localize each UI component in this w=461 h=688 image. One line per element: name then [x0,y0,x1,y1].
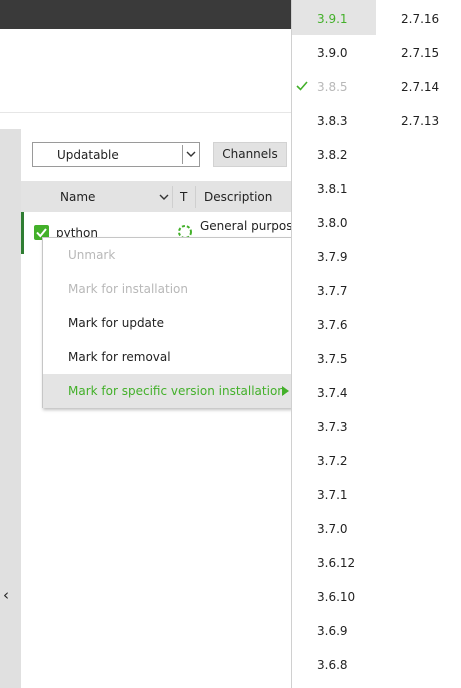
version-item[interactable]: 3.6.9 [317,624,348,638]
version-item[interactable]: 3.7.6 [317,318,348,332]
chevron-left-icon[interactable]: ‹ [3,585,9,605]
menu-item-label: Mark for specific version installation [68,384,285,398]
version-item[interactable]: 3.9.1 [317,12,348,26]
version-item[interactable]: 2.7.13 [401,114,439,128]
filter-select-value: Updatable [57,148,119,162]
menu-item-mark-for-update[interactable]: Mark for update [43,306,291,340]
column-divider[interactable] [172,186,173,208]
column-divider[interactable] [195,186,196,208]
version-item[interactable]: 2.7.16 [401,12,439,26]
version-item[interactable]: 3.7.2 [317,454,348,468]
package-filter-select[interactable]: Updatable [32,142,200,167]
version-submenu [291,0,461,688]
version-item[interactable]: 3.7.9 [317,250,348,264]
version-item[interactable]: 3.6.10 [317,590,355,604]
sort-chevron-icon[interactable] [159,192,169,202]
menu-item-mark-for-removal[interactable]: Mark for removal [43,340,291,374]
column-header-description[interactable]: Description [204,190,272,204]
select-divider [182,145,183,164]
content-gap [0,113,291,128]
version-item[interactable]: 3.7.5 [317,352,348,366]
version-item[interactable]: 3.9.0 [317,46,348,60]
version-item[interactable]: 3.8.2 [317,148,348,162]
menu-item-mark-for-installation[interactable]: Mark for installation [43,272,291,306]
chevron-down-icon [186,151,196,157]
version-item[interactable]: 3.7.7 [317,284,348,298]
version-item[interactable]: 3.7.1 [317,488,348,502]
version-item[interactable]: 3.6.8 [317,658,348,672]
package-description: General purpose [200,219,300,233]
column-header-type[interactable]: T [180,190,187,204]
version-item[interactable]: 3.8.5 [317,80,348,94]
context-menu: Unmark Mark for installation Mark for up… [42,237,292,408]
version-item[interactable]: 3.6.12 [317,556,355,570]
menu-item-mark-for-specific-version[interactable]: Mark for specific version installation [43,374,291,408]
version-item[interactable]: 3.7.3 [317,420,348,434]
version-item[interactable]: 3.7.0 [317,522,348,536]
checkmark-icon [296,81,308,91]
submenu-arrow-icon [282,386,289,396]
header-area [0,29,291,113]
column-header-name[interactable]: Name [60,190,95,204]
menu-item-unmark[interactable]: Unmark [43,238,291,272]
version-item[interactable]: 3.8.3 [317,114,348,128]
version-item[interactable]: 2.7.14 [401,80,439,94]
version-item[interactable]: 3.7.4 [317,386,348,400]
version-item[interactable]: 2.7.15 [401,46,439,60]
version-item[interactable]: 3.8.1 [317,182,348,196]
channels-button[interactable]: Channels [213,142,287,167]
version-item[interactable]: 3.8.0 [317,216,348,230]
